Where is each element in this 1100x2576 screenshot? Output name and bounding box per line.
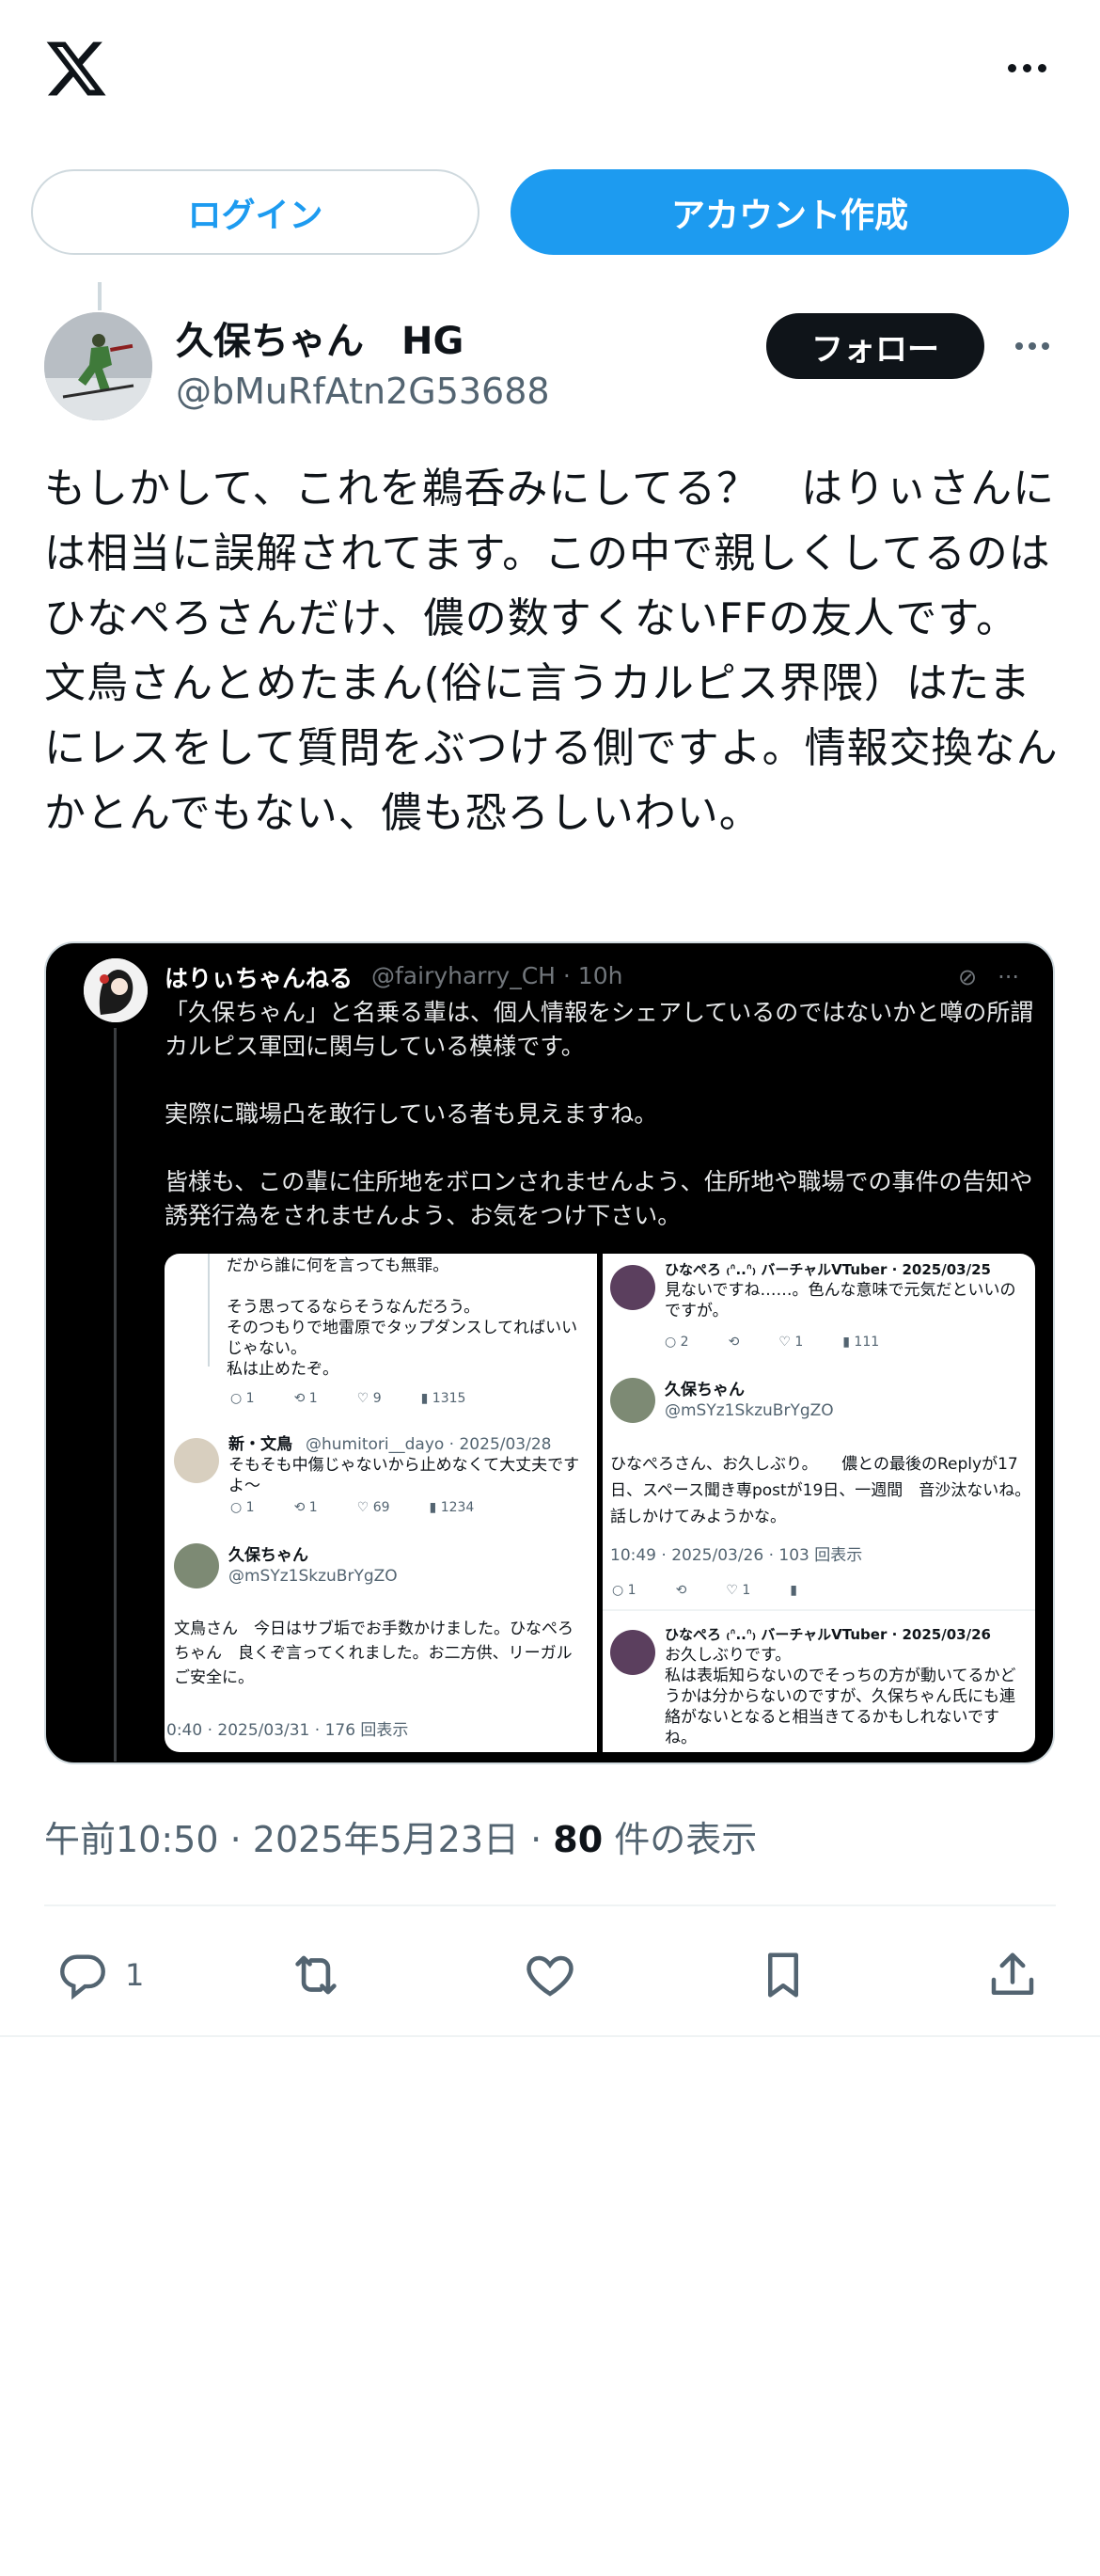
skier-avatar-image — [44, 312, 152, 420]
quote-thread-line — [114, 1028, 117, 1762]
reply-button[interactable]: 1 — [55, 1937, 144, 2013]
post-time: 午前10:50 — [44, 1819, 219, 1860]
divider-bottom — [0, 2035, 1100, 2037]
right-stats-1: ○ 2 ⟲ ♡ 1 ▮ 111 — [665, 1335, 880, 1350]
author-name[interactable]: 久保ちゃん HG — [176, 310, 464, 365]
reply-count: 1 — [125, 1957, 145, 1993]
quote-icons: ⊘ ··· — [958, 964, 1019, 990]
reply-icon — [60, 1954, 105, 2000]
quote-avatar — [84, 958, 148, 1022]
share-button[interactable] — [984, 1937, 1041, 2013]
repost-button[interactable] — [287, 1937, 345, 2013]
right-name-1: ひなぺろ ₍ᐢ..ᐢ₎ バーチャルVTuber · 2025/03/25 — [665, 1261, 991, 1278]
x-logo-icon[interactable] — [43, 36, 109, 102]
action-bar: 1 — [44, 1937, 1056, 2013]
divider — [44, 1904, 1056, 1906]
more-icon[interactable] — [998, 47, 1055, 88]
repost-icon — [295, 1955, 337, 1995]
left-stats-2: ○ 1 ⟲ 1 ♡ 69 ▮ 1234 — [230, 1500, 475, 1515]
left-name-2: 新・文鳥 — [228, 1435, 292, 1454]
left-text-3: 文鳥さん 今日はサブ垢でお手数かけました。ひなぺろちゃん 良くぞ言ってくれました… — [174, 1620, 574, 1687]
right-text-3: お久しぶりです。 私は表垢知らないのでそっちの方が動いてるかどうかは分からないの… — [665, 1646, 1016, 1747]
left-handle-2: @humitori__dayo · 2025/03/28 — [306, 1435, 552, 1454]
quote-more-icon: ··· — [998, 964, 1019, 990]
left-text-1: だから誰に何を言っても無罪。 そう思ってるならそうなんだろう。 そのつもりで地雷… — [227, 1256, 578, 1379]
right-footer-2: 10:49 · 2025/03/26 · 103 回表示 — [610, 1546, 863, 1565]
avatar[interactable] — [44, 312, 152, 420]
quote-author-name: はりぃちゃんねる — [165, 965, 354, 992]
thread-line — [98, 282, 102, 310]
post-text: もしかして、これを鵜呑みにしてる？ はりぃさんには相当に誤解されてます。この中で… — [44, 465, 1059, 837]
bookmark-button[interactable] — [755, 1937, 811, 2013]
right-text-2: ひなぺろさん、お久しぶり。 儂との最後のReplyが17日、スペース聞き専pos… — [610, 1455, 1023, 1526]
left-name-3: 久保ちゃん — [228, 1546, 308, 1565]
post-more-icon[interactable] — [1008, 327, 1057, 365]
hinapero-avatar-2 — [610, 1630, 655, 1675]
attached-image[interactable]: はりぃちゃんねる @fairyharry_CH · 10h ⊘ ··· 「久保ち… — [44, 941, 1055, 1764]
quote-text: 「久保ちゃん」と名乗る輩は、個人情報をシェアしているのではないかと噂の所謂カルピ… — [165, 999, 1034, 1229]
share-icon — [991, 1952, 1034, 1995]
heart-icon — [526, 1955, 574, 1997]
left-footer-3: 0:40 · 2025/03/31 · 176 回表示 — [166, 1721, 409, 1740]
left-stats-1: ○ 1 ⟲ 1 ♡ 9 ▮ 1315 — [230, 1391, 466, 1406]
grok-icon: ⊘ — [958, 964, 978, 990]
views-label: 件の表示 — [614, 1819, 758, 1860]
post-date: 2025年5月23日 — [252, 1819, 520, 1860]
left-handle-3: @mSYz1SkzuBrYgZO — [228, 1567, 398, 1586]
right-name-3: ひなぺろ ₍ᐢ..ᐢ₎ バーチャルVTuber · 2025/03/26 — [665, 1626, 991, 1643]
login-button[interactable]: ログイン — [31, 169, 479, 255]
like-button[interactable] — [522, 1937, 578, 2013]
left-text-2: そもそも中傷じゃないから止めなくて大丈夫ですよ〜 — [228, 1456, 580, 1495]
signup-button[interactable]: アカウント作成 — [511, 169, 1069, 255]
kubo-avatar-small — [174, 1543, 219, 1588]
post-timestamp[interactable]: 午前10:50 · 2025年5月23日 · 80 件の表示 — [44, 1810, 757, 1862]
embedded-screenshot-right: ひなぺろ ₍ᐢ..ᐢ₎ バーチャルVTuber · 2025/03/25 見ない… — [603, 1254, 1035, 1752]
right-stats-2: ○ 1 ⟲ ♡ 1 ▮ — [612, 1583, 797, 1598]
quote-meta: @fairyharry_CH · 10h — [371, 962, 623, 989]
view-count: 80 — [553, 1819, 604, 1860]
bookmark-icon — [768, 1952, 798, 1998]
right-handle-2: @mSYz1SkzuBrYgZO — [665, 1401, 834, 1420]
right-text-1: 見ないですね……。色んな意味で元気だといいのですが。 — [665, 1281, 1016, 1320]
follow-button[interactable]: フォロー — [766, 313, 984, 379]
author-handle[interactable]: @bMuRfAtn2G53688 — [176, 371, 550, 412]
top-bar — [0, 0, 1100, 141]
bird-avatar — [174, 1438, 219, 1483]
kubo-avatar-small-2 — [610, 1378, 655, 1423]
embedded-screenshot-left: だから誰に何を言っても無罪。 そう思ってるならそうなんだろう。 そのつもりで地雷… — [165, 1254, 597, 1752]
hinapero-avatar — [610, 1265, 655, 1310]
right-name-2: 久保ちゃん — [665, 1381, 745, 1399]
